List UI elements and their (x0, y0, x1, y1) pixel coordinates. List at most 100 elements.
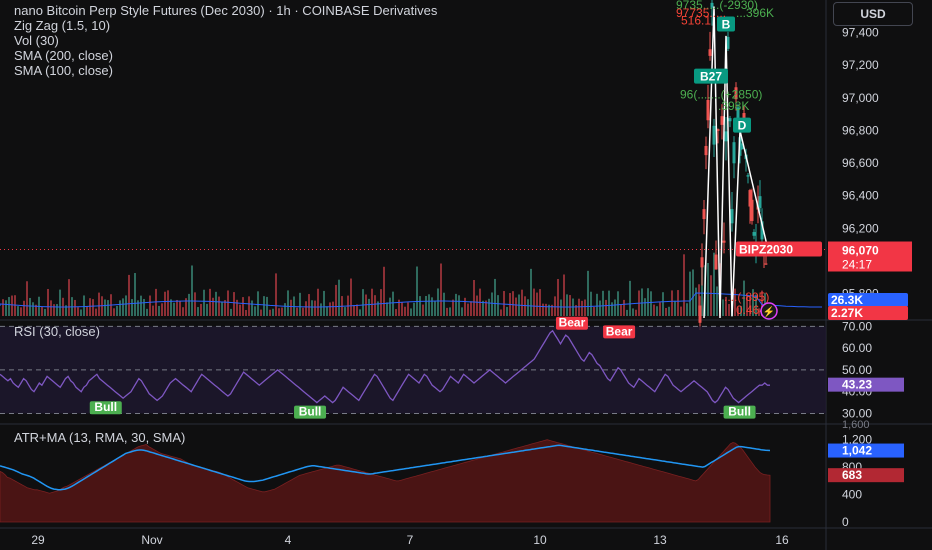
volume-bar (686, 303, 688, 316)
volume-bar (296, 307, 298, 316)
rsi-pane-title: RSI (30, close) (14, 324, 100, 339)
volume-bar (305, 301, 307, 316)
volume-bar (8, 297, 10, 316)
atr-current-label: 683 (842, 468, 862, 482)
volume-bar (209, 288, 211, 316)
volume-bar (455, 293, 457, 316)
volume-legend[interactable]: Vol (30) (14, 33, 59, 48)
volume-bar (215, 291, 217, 316)
lightning-glyph: ⚡ (763, 305, 775, 318)
currency-button[interactable]: USD (833, 2, 913, 26)
volume-bar (368, 298, 370, 316)
volume-bar (560, 299, 562, 316)
sma100-legend[interactable]: SMA (100, close) (14, 63, 113, 78)
volume-bar (251, 300, 253, 316)
volume-bar (389, 297, 391, 316)
volume-bar (233, 292, 235, 316)
volume-bar (32, 302, 34, 316)
volume-bar (290, 299, 292, 316)
volume-bar (11, 295, 13, 316)
volume-sma-tag: 26.3K (831, 293, 863, 307)
volume-bar (533, 288, 535, 316)
volume-bar (176, 299, 178, 316)
volume-bar (182, 307, 184, 316)
volume-bar (149, 295, 151, 316)
volume-bar (557, 279, 559, 316)
sma200-legend[interactable]: SMA (200, close) (14, 48, 113, 63)
volume-bar (437, 288, 439, 316)
volume-bar (680, 306, 682, 316)
volume-bar (623, 299, 625, 316)
volume-bar (689, 271, 691, 316)
volume-bar (440, 263, 442, 316)
volume-bar (563, 274, 565, 316)
volume-bar (476, 295, 478, 316)
volume-bar (584, 299, 586, 316)
volume-bar (161, 303, 163, 316)
volume-bar (353, 305, 355, 316)
candle-body (758, 196, 762, 209)
volume-bar (536, 292, 538, 316)
atr-pane-title: ATR+MA (13, RMA, 30, SMA) (14, 430, 186, 445)
volume-bar (356, 304, 358, 316)
price-tick-label: 96,400 (842, 189, 879, 203)
volume-bar (98, 292, 100, 316)
zigzag-annotation: .398K (718, 99, 749, 113)
volume-bar (524, 296, 526, 316)
x-tick-label: 10 (533, 533, 547, 547)
candle-body (706, 99, 710, 121)
volume-bar (500, 309, 502, 316)
volume-bar (587, 270, 589, 316)
volume-bar (620, 304, 622, 316)
volume-bar (410, 308, 412, 316)
volume-bar (281, 307, 283, 316)
rsi-signal-label: Bull (728, 405, 751, 419)
volume-bar (728, 304, 730, 316)
volume-bar (380, 289, 382, 316)
price-tick-label: 96,800 (842, 123, 879, 137)
volume-bar (329, 302, 331, 316)
volume-bar (245, 309, 247, 316)
price-tick-label: 96,200 (842, 221, 879, 235)
volume-bar (200, 303, 202, 316)
chart-canvas[interactable]: 97,400 97,200 97,000 96,800 96,600 96,400 96,2… (0, 0, 932, 550)
price-tick-label: 96,600 (842, 156, 879, 170)
volume-bar (467, 303, 469, 316)
volume-bar (458, 295, 460, 316)
volume-bar (86, 306, 88, 316)
volume-bar (53, 304, 55, 316)
volume-bar (350, 278, 352, 316)
volume-bar (443, 292, 445, 316)
volume-bar (452, 299, 454, 316)
candle-body (752, 232, 756, 236)
candle-body (708, 49, 712, 56)
volume-bar (404, 306, 406, 316)
volume-bar (674, 300, 676, 316)
volume-bar (68, 279, 70, 316)
volume-bar (470, 301, 472, 316)
zigzag-label: D (738, 119, 747, 133)
volume-bar (617, 291, 619, 316)
volume-bar (635, 309, 637, 316)
volume-bar (539, 289, 541, 316)
candle-body (728, 118, 732, 122)
volume-bar (656, 306, 658, 316)
atr-tick-label: 400 (842, 488, 862, 502)
x-tick-label: 13 (653, 533, 667, 547)
volume-bar (449, 307, 451, 316)
volume-bar (392, 291, 394, 316)
volume-bar (116, 305, 118, 316)
volume-bar (653, 304, 655, 316)
volume-bar (494, 278, 496, 316)
volume-bar (41, 307, 43, 316)
volume-bar (146, 308, 148, 316)
rsi-tick-label: 60.00 (842, 341, 872, 355)
volume-bar (26, 281, 28, 316)
candle-body (732, 142, 736, 164)
atr-area (0, 439, 771, 523)
zigzag-annotation: 516.1 (681, 13, 711, 27)
volume-bar (107, 300, 109, 316)
volume-bar (566, 294, 568, 316)
volume-bar (191, 265, 193, 316)
zigzag-legend[interactable]: Zig Zag (1.5, 10) (14, 18, 110, 33)
